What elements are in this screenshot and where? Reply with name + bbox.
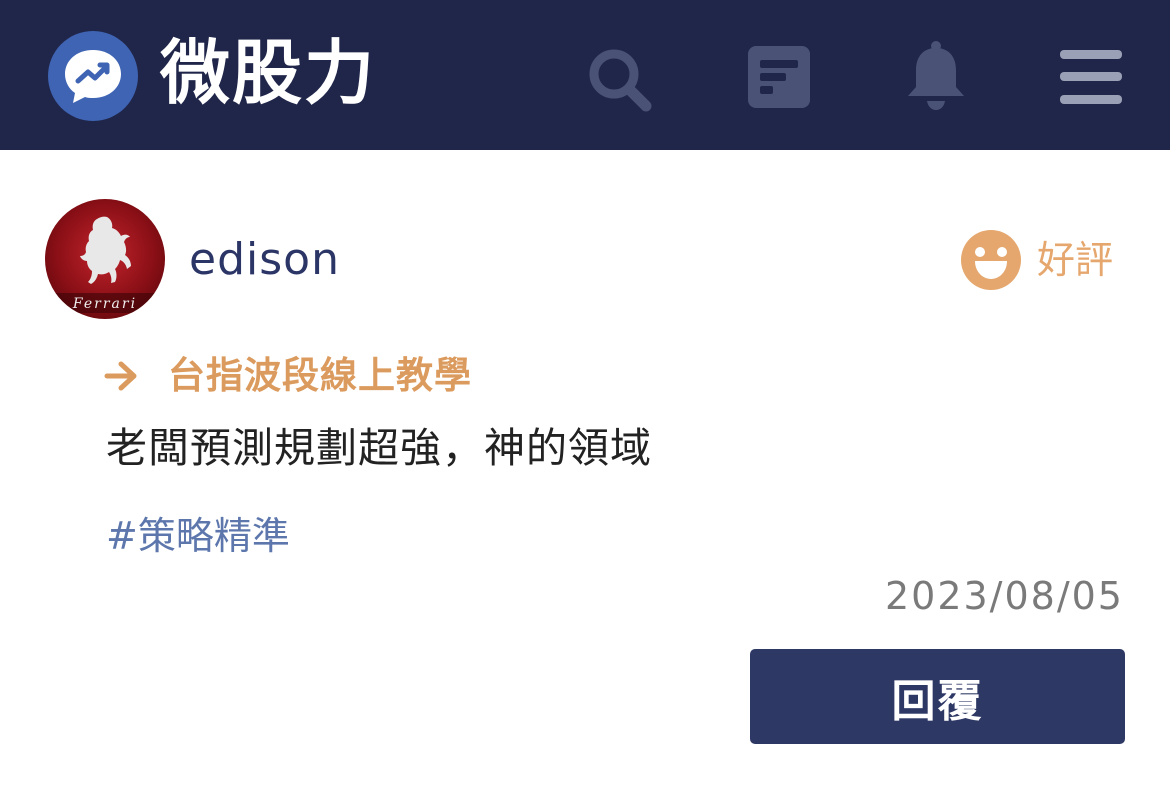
- menu-icon[interactable]: [1056, 46, 1126, 108]
- rating-label: 好評: [1037, 238, 1114, 282]
- review-comment: 老闆預測規劃超強，神的領域: [106, 424, 652, 472]
- username[interactable]: edison: [189, 230, 340, 290]
- reply-button[interactable]: 回覆: [750, 649, 1125, 744]
- rating-badge: 好評: [961, 228, 1141, 292]
- arrow-right-icon: [104, 361, 137, 391]
- brand-name[interactable]: 微股力: [160, 28, 376, 118]
- avatar[interactable]: Ferrari: [45, 199, 165, 319]
- course-title[interactable]: 台指波段線上教學: [168, 346, 472, 406]
- review-date: 2023/08/05: [884, 574, 1124, 618]
- ferrari-horse-icon: [80, 216, 131, 284]
- article-icon[interactable]: [746, 44, 812, 110]
- smile-face-icon: [961, 230, 1021, 290]
- review-tag[interactable]: #策略精準: [106, 508, 290, 564]
- avatar-caption: Ferrari: [72, 296, 137, 312]
- chart-bubble-logo-icon[interactable]: [48, 31, 138, 121]
- search-icon[interactable]: [584, 44, 654, 114]
- bell-icon[interactable]: [903, 40, 969, 112]
- top-navigation-bar: 微股力: [0, 0, 1170, 150]
